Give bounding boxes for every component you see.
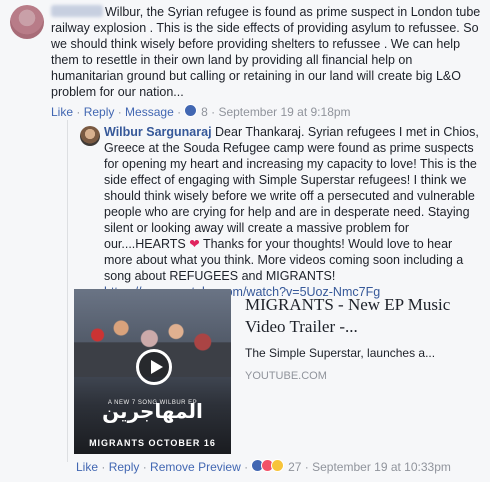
message-link[interactable]: Message xyxy=(125,105,174,119)
redacted-author-name[interactable] xyxy=(51,5,103,17)
reactions-summary[interactable]: 8 xyxy=(184,104,208,119)
reply-link[interactable]: Reply xyxy=(84,105,115,119)
comment-text: Wilbur, the Syrian refugee is found as p… xyxy=(51,5,481,99)
comment-actions: Like · Reply · Message · 8 · September 1… xyxy=(51,104,351,119)
reaction-count: 8 xyxy=(201,105,208,119)
thumb-arabic-title: المهاجرين xyxy=(102,399,203,423)
like-link[interactable]: Like xyxy=(76,460,98,474)
comment-body: Wilbur Sargunaraj Dear Thankaraj. Syrian… xyxy=(104,124,484,300)
like-reaction-icon xyxy=(184,104,198,117)
reply-link[interactable]: Reply xyxy=(109,460,140,474)
play-icon[interactable] xyxy=(136,349,172,385)
reaction-count: 27 xyxy=(288,460,302,474)
preview-source: YOUTUBE.COM xyxy=(245,370,327,382)
thread-line xyxy=(67,120,68,462)
heart-icon: ❤ xyxy=(189,237,200,251)
avatar[interactable] xyxy=(80,126,100,146)
link-preview[interactable]: A NEW 7 SONG WILBUR EP المهاجرين MIGRANT… xyxy=(74,289,479,454)
comment-actions: Like · Reply · Remove Preview · 27 · Sep… xyxy=(76,459,451,474)
haha-reaction-icon xyxy=(271,459,285,472)
preview-description: The Simple Superstar, launches a... xyxy=(245,346,436,360)
author-name[interactable]: Wilbur Sargunaraj xyxy=(104,125,212,139)
comment-text: Dear Thankaraj. Syrian refugees I met in… xyxy=(104,125,479,251)
reactions-summary[interactable]: 27 xyxy=(251,459,302,474)
video-thumbnail[interactable]: A NEW 7 SONG WILBUR EP المهاجرين MIGRANT… xyxy=(74,289,231,454)
thumb-date: MIGRANTS OCTOBER 16 xyxy=(89,438,216,448)
comment-body: Wilbur, the Syrian refugee is found as p… xyxy=(51,4,483,100)
preview-title[interactable]: MIGRANTS - New EP Music Video Trailer -.… xyxy=(245,294,475,338)
timestamp[interactable]: September 19 at 9:18pm xyxy=(218,105,350,119)
timestamp[interactable]: September 19 at 10:33pm xyxy=(312,460,451,474)
avatar[interactable] xyxy=(10,5,44,39)
remove-preview-link[interactable]: Remove Preview xyxy=(150,460,241,474)
like-link[interactable]: Like xyxy=(51,105,73,119)
